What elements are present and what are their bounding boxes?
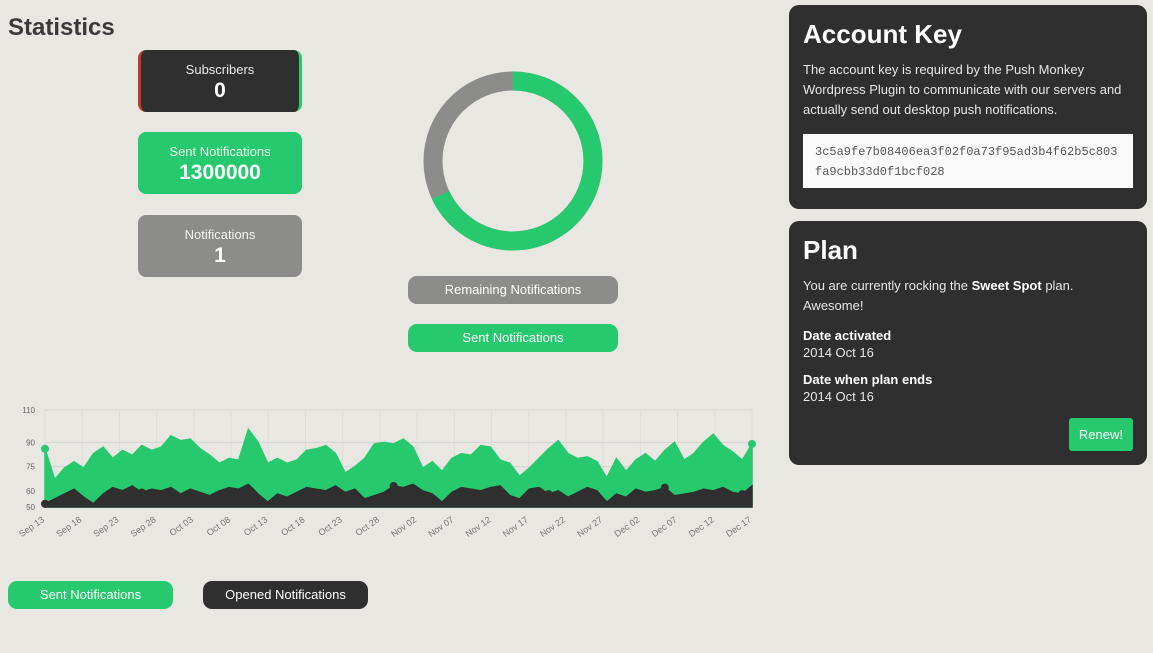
subscribers-label: Subscribers bbox=[185, 62, 255, 77]
account-key-title: Account Key bbox=[803, 19, 962, 49]
x-tick-label: Nov 07 bbox=[426, 514, 455, 539]
y-tick-label: 50 bbox=[26, 503, 35, 512]
notifications-line-chart: 50 60 75 90 110 Sep 13 Sep 18 Sep 23 Sep 28 Oct 0… bbox=[17, 406, 756, 539]
x-tick-label: Nov 27 bbox=[575, 514, 604, 539]
notifications-label: Notifications bbox=[184, 227, 256, 242]
x-tick-label: Dec 17 bbox=[724, 514, 753, 539]
x-tick-label: Oct 18 bbox=[279, 514, 306, 537]
renew-button[interactable]: Renew! bbox=[1068, 418, 1133, 451]
subscribers-value: 0 bbox=[214, 79, 226, 102]
x-tick-label: Dec 12 bbox=[687, 514, 716, 539]
notifications-value: 1 bbox=[214, 244, 226, 267]
opened-point bbox=[738, 490, 747, 499]
sent-notifications-stat-card: Sent Notifications 1300000 bbox=[138, 132, 302, 194]
page-title: Statistics bbox=[8, 14, 115, 41]
sent-notifications-label: Sent Notifications bbox=[169, 144, 271, 159]
x-tick-label: Nov 17 bbox=[501, 514, 530, 539]
x-tick-label: Oct 08 bbox=[205, 514, 232, 537]
y-tick-label: 75 bbox=[26, 463, 35, 472]
x-tick-label: Oct 03 bbox=[168, 514, 195, 537]
notifications-stat-card: Notifications 1 bbox=[138, 215, 302, 277]
sent-point bbox=[41, 444, 49, 453]
date-activated-value: 2014 Oct 16 bbox=[803, 345, 874, 360]
date-plan-ends-label: Date when plan ends bbox=[803, 372, 933, 387]
opened-point bbox=[137, 488, 146, 497]
account-key-panel: Account Key The account key is required … bbox=[789, 5, 1147, 209]
x-tick-label: Sep 28 bbox=[129, 514, 158, 539]
date-plan-ends-value: 2014 Oct 16 bbox=[803, 389, 874, 404]
x-tick-label: Nov 22 bbox=[538, 514, 567, 539]
x-tick-label: Sep 18 bbox=[54, 514, 83, 539]
y-tick-label: 110 bbox=[22, 406, 35, 415]
plan-title: Plan bbox=[803, 235, 858, 265]
x-tick-label: Dec 07 bbox=[650, 514, 679, 539]
opened-point bbox=[660, 483, 669, 492]
legend-remaining-notifications: Remaining Notifications bbox=[408, 276, 618, 304]
plan-name: Sweet Spot bbox=[971, 278, 1042, 293]
notifications-donut-chart bbox=[423, 71, 603, 251]
x-tick-label: Sep 23 bbox=[91, 514, 120, 539]
plan-description: You are currently rocking the Sweet Spot… bbox=[803, 276, 1133, 316]
x-tick-label: Nov 12 bbox=[464, 514, 493, 539]
legend-sent-notifications: Sent Notifications bbox=[408, 324, 618, 352]
account-key-description: The account key is required by the Push … bbox=[803, 62, 1122, 117]
y-tick-label: 60 bbox=[26, 487, 35, 496]
line-legend-opened: Opened Notifications bbox=[203, 581, 368, 609]
x-tick-label: Nov 02 bbox=[389, 514, 418, 539]
plan-panel: Plan You are currently rocking the Sweet… bbox=[789, 221, 1147, 465]
sent-notifications-value: 1300000 bbox=[179, 161, 261, 184]
x-tick-label: Oct 13 bbox=[242, 514, 269, 537]
opened-point bbox=[544, 490, 553, 499]
line-legend-sent: Sent Notifications bbox=[8, 581, 173, 609]
x-tick-label: Dec 02 bbox=[612, 514, 641, 539]
opened-point bbox=[389, 481, 398, 490]
sent-point bbox=[748, 439, 756, 448]
subscribers-stat-card: Subscribers 0 bbox=[138, 50, 302, 112]
x-tick-label: Oct 28 bbox=[354, 514, 381, 537]
plan-desc-before: You are currently rocking the bbox=[803, 278, 972, 293]
x-tick-label: Oct 23 bbox=[316, 514, 343, 537]
account-key-field[interactable]: 3c5a9fe7b08406ea3f02f0a73f95ad3b4f62b5c8… bbox=[803, 134, 1133, 188]
opened-point bbox=[41, 499, 49, 508]
y-tick-label: 90 bbox=[26, 438, 35, 447]
date-activated-label: Date activated bbox=[803, 328, 892, 343]
x-tick-label: Sep 13 bbox=[17, 514, 46, 539]
